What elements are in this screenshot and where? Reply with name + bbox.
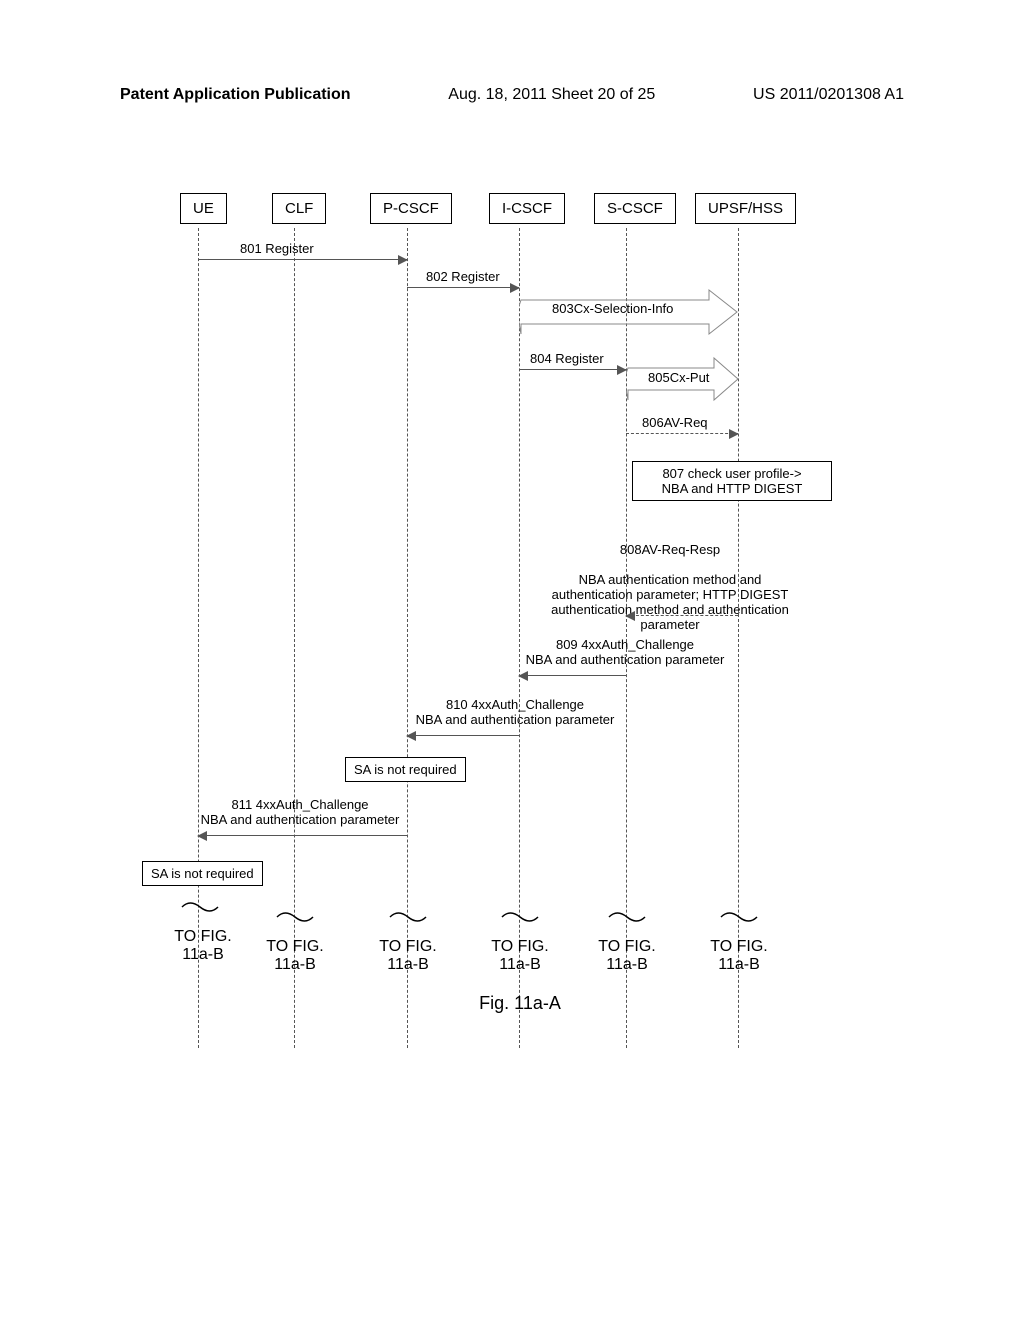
- msg-806-label: 806AV-Req: [642, 415, 708, 430]
- header-left: Patent Application Publication: [120, 86, 351, 104]
- msg-808: [626, 615, 738, 616]
- continuation-curve-icscf: [500, 909, 540, 932]
- actor-pcscf: P-CSCF: [370, 193, 452, 224]
- msg-802-label: 802 Register: [426, 269, 500, 284]
- msg-801-label: 801 Register: [240, 241, 314, 256]
- actor-ue: UE: [180, 193, 227, 224]
- actor-upsf: UPSF/HSS: [695, 193, 796, 224]
- msg-808-body: NBA authentication method and authentica…: [551, 572, 789, 632]
- continuation-icscf: TO FIG. 11a-B: [485, 938, 555, 974]
- continuation-curve-ue: [180, 899, 220, 922]
- continuation-clf: TO FIG. 11a-B: [260, 938, 330, 974]
- msg-811-title: 811 4xxAuth_Challenge: [231, 797, 368, 812]
- msg-809-body: NBA and authentication parameter: [526, 652, 725, 667]
- msg-808-label: 808AV-Req-Resp NBA authentication method…: [525, 527, 815, 632]
- msg-811-label: 811 4xxAuth_Challenge NBA and authentica…: [160, 797, 440, 827]
- note-807: 807 check user profile-> NBA and HTTP DI…: [632, 461, 832, 501]
- lifeline-ue: [198, 228, 199, 1048]
- continuation-scscf: TO FIG. 11a-B: [592, 938, 662, 974]
- msg-803-label: 803Cx-Selection-Info: [552, 301, 673, 316]
- actor-scscf: S-CSCF: [594, 193, 676, 224]
- continuation-upsf: TO FIG. 11a-B: [704, 938, 774, 974]
- actor-icscf: I-CSCF: [489, 193, 565, 224]
- msg-808-title: 808AV-Req-Resp: [620, 542, 720, 557]
- msg-804-label: 804 Register: [530, 351, 604, 366]
- msg-811-body: NBA and authentication parameter: [201, 812, 400, 827]
- msg-811: [198, 835, 407, 836]
- msg-801: [198, 259, 407, 260]
- msg-810-title: 810 4xxAuth_Challenge: [446, 697, 584, 712]
- msg-809: [519, 675, 626, 676]
- msg-810-body: NBA and authentication parameter: [416, 712, 615, 727]
- continuation-ue: TO FIG. 11a-B: [168, 928, 238, 964]
- header-right: US 2011/0201308 A1: [753, 86, 904, 104]
- msg-810-label: 810 4xxAuth_Challenge NBA and authentica…: [390, 697, 640, 727]
- msg-810: [407, 735, 519, 736]
- note-sa2: SA is not required: [142, 861, 263, 886]
- actor-clf: CLF: [272, 193, 326, 224]
- continuation-curve-clf: [275, 909, 315, 932]
- figure-label: Fig. 11a-A: [160, 993, 880, 1014]
- continuation-curve-upsf: [719, 909, 759, 932]
- msg-809-title: 809 4xxAuth_Challenge: [556, 637, 694, 652]
- continuation-curve-pcscf: [388, 909, 428, 932]
- msg-806: [626, 433, 738, 434]
- msg-805-label: 805Cx-Put: [648, 370, 709, 385]
- continuation-pcscf: TO FIG. 11a-B: [373, 938, 443, 974]
- continuation-curve-scscf: [607, 909, 647, 932]
- note-sa1: SA is not required: [345, 757, 466, 782]
- msg-804: [519, 369, 626, 370]
- msg-802: [407, 287, 519, 288]
- header-middle: Aug. 18, 2011 Sheet 20 of 25: [448, 86, 655, 104]
- msg-809-label: 809 4xxAuth_Challenge NBA and authentica…: [500, 637, 750, 667]
